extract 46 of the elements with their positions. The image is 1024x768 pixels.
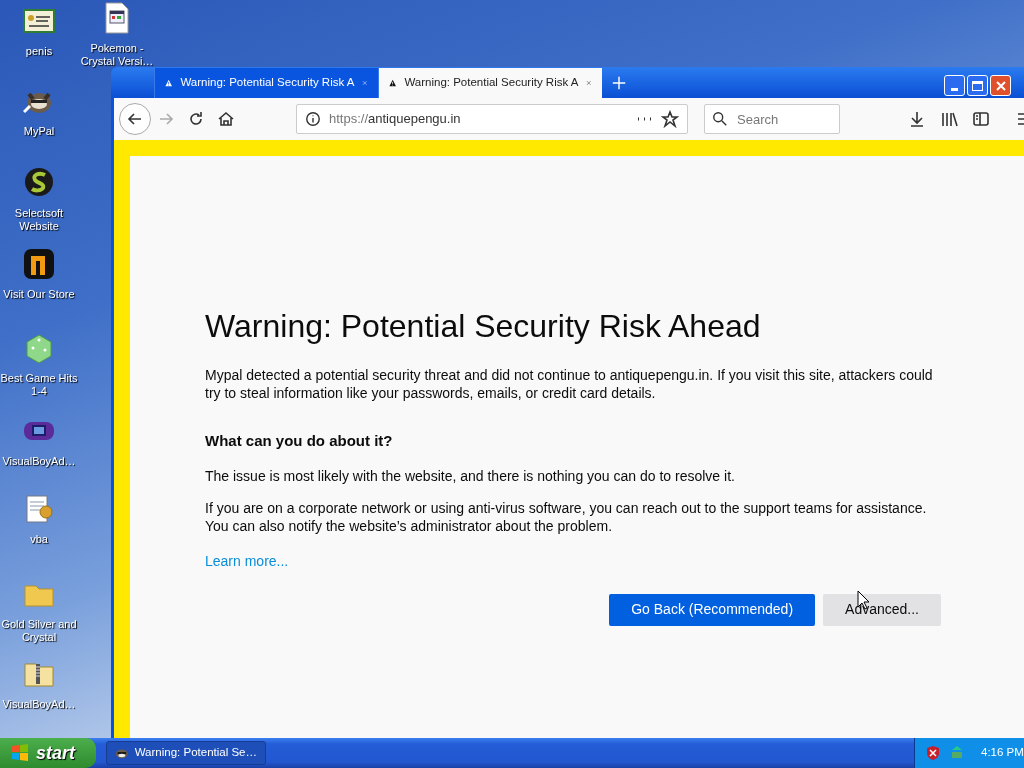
back-button[interactable] [119, 103, 151, 135]
n-logo-icon [23, 248, 55, 280]
minimize-icon [951, 88, 958, 91]
url-text: https://antiquepengu.in [329, 110, 462, 129]
plus-icon[interactable] [611, 75, 627, 91]
learn-more-link[interactable]: Learn more... [205, 550, 289, 572]
minimize-button[interactable] [944, 75, 965, 96]
maximize-icon [972, 80, 983, 91]
body-paragraph: If you are on a corporate network or using anti-virus software, you can reach out to the support teams for assistance. You can also notify the website’s administrator about the problem. [205, 498, 928, 535]
desktop-icon-label[interactable]: VisualBoyAd… [0, 455, 78, 468]
notepad-gear-icon [23, 493, 55, 525]
page-heading: Warning: Potential Security Risk Ahead [205, 307, 762, 346]
go-back-button[interactable]: Go Back (Recommended) [609, 593, 816, 626]
desktop-icon-label[interactable]: Selectsoft Website [0, 207, 78, 233]
body-paragraph: The issue is most likely with the website, and there is nothing you can do to resolve it. [205, 466, 736, 485]
advanced-button[interactable]: Advanced... [823, 593, 941, 626]
browser-tab[interactable]: Warning: Potential Security Risk A [378, 68, 602, 98]
section-heading: What can you do about it? [205, 431, 394, 451]
desktop-icon-label[interactable]: Best Game Hits 1-4 [0, 372, 78, 398]
tab-title: Warning: Potential Security Risk A [404, 75, 579, 91]
desktop-icon-label[interactable]: Visit Our Store [0, 288, 78, 301]
desktop-icon-label[interactable]: Pokemon - Crystal Versi… [78, 42, 156, 68]
home-icon[interactable] [217, 110, 235, 128]
start-button[interactable]: start [0, 738, 96, 768]
info-icon[interactable] [305, 111, 321, 127]
desktop-icon-label[interactable]: vba [0, 533, 78, 546]
taskbar-button[interactable]: Warning: Potential Se… [106, 741, 266, 765]
warning-paragraph: Mypal detected a potential security threat and did not continue to antiquepengu.in. If you visit this site, attackers could try to steal information like your passwords, emails, or credit card details. [205, 366, 934, 402]
desktop-icon-label[interactable]: MyPal [0, 125, 78, 138]
download-icon[interactable] [908, 110, 926, 128]
shield-icon[interactable] [925, 745, 941, 761]
browser-tab[interactable]: Warning: Potential Security Risk A [154, 68, 378, 98]
clock: 4:16 PM [981, 745, 1024, 761]
search-icon[interactable] [712, 111, 728, 127]
library-icon[interactable] [940, 110, 958, 128]
desktop-icon-label[interactable]: penis [0, 45, 78, 58]
sidebar-icon[interactable] [972, 110, 990, 128]
maximize-button[interactable] [967, 75, 988, 96]
windows-logo-icon [10, 743, 30, 763]
tab-title: Warning: Potential Security Risk A [180, 75, 355, 91]
dice-icon [23, 332, 55, 364]
reload-icon[interactable] [187, 110, 205, 128]
s-logo-icon [23, 167, 55, 199]
search-field[interactable]: Search [704, 104, 840, 134]
address-bar[interactable]: https://antiquepengu.in [296, 104, 688, 134]
star-icon[interactable] [661, 110, 679, 128]
